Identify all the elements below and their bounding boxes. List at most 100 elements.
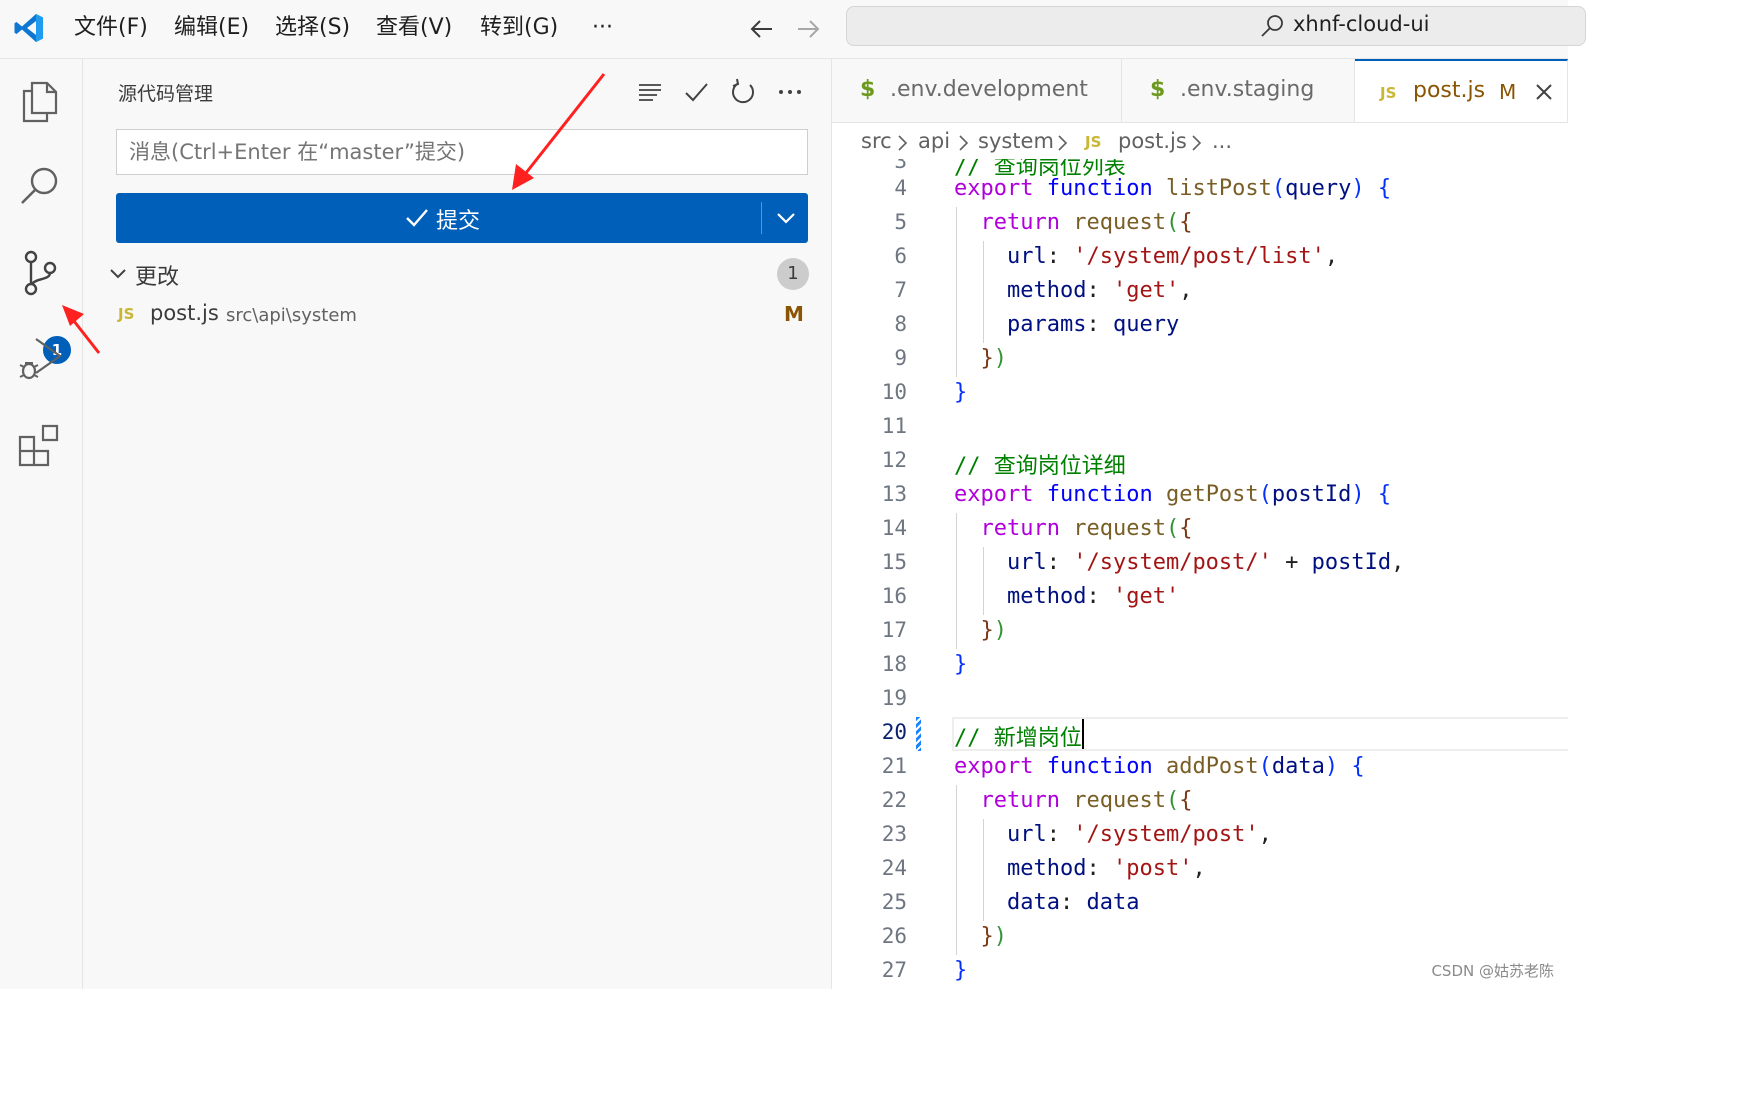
changes-group-header[interactable]: 更改 1 (107, 257, 813, 291)
line-number: 23 (881, 822, 907, 846)
line-text: method: 'get', (1006, 278, 1193, 303)
vscode-logo-icon[interactable] (12, 11, 46, 45)
line-number: 4 (894, 176, 907, 200)
indent-guide (982, 275, 984, 309)
line-number: 5 (894, 210, 907, 234)
code-line: 12 // 查询岗位详细 (832, 445, 1568, 479)
changes-label: 更改 (135, 265, 180, 290)
breadcrumb-symbol[interactable]: ... (1212, 129, 1232, 153)
tab-modified-indicator: M (1499, 80, 1517, 104)
indent-guide (956, 853, 957, 887)
code-line: 9 }) (832, 343, 1568, 377)
search-icon[interactable] (14, 159, 68, 213)
indent-guide (956, 785, 957, 819)
indent-guide (956, 547, 957, 581)
indent-guide (956, 819, 957, 853)
workspace-name: xhnf-cloud-ui (1293, 12, 1430, 36)
editor-area: $ .env.development $ .env.staging JS pos… (832, 59, 1568, 989)
menu-more[interactable]: ··· (592, 13, 613, 43)
chevron-down-icon[interactable] (774, 206, 798, 230)
line-number: 26 (881, 924, 907, 948)
line-number: 24 (881, 856, 907, 880)
breadcrumb-post-js[interactable]: post.js (1118, 129, 1187, 153)
text-cursor (1081, 719, 1084, 749)
line-text: }) (980, 346, 1008, 371)
line-number: 11 (881, 414, 907, 438)
more-actions-icon[interactable] (775, 77, 805, 107)
menu-edit[interactable]: 编辑(E) (174, 13, 249, 43)
code-line: 21 export function addPost(data) { (832, 751, 1568, 785)
line-number: 20 (881, 720, 907, 744)
line-text: url: '/system/post/' + postId, (1006, 550, 1405, 575)
breadcrumb-src[interactable]: src (861, 129, 892, 153)
indent-guide (956, 513, 957, 547)
commit-message-input[interactable] (116, 129, 808, 175)
code-line: 17 }) (832, 615, 1568, 649)
changes-count-badge: 1 (777, 258, 809, 290)
code-line: 19 (832, 683, 1568, 717)
code-line: 26 }) (832, 921, 1568, 955)
code-line: 4 export function listPost(query) { (832, 173, 1568, 207)
search-icon (1261, 15, 1283, 37)
indent-guide (982, 887, 984, 921)
title-bar: 文件(F) 编辑(E) 选择(S) 查看(V) 转到(G) ··· xhnf-c… (0, 0, 1586, 59)
code-line: 7 method: 'get', (832, 275, 1568, 309)
view-as-tree-icon[interactable] (635, 77, 665, 107)
menu-selection[interactable]: 选择(S) (275, 13, 350, 43)
tab-env-development[interactable]: $ .env.development (832, 59, 1122, 122)
chevron-right-icon (898, 135, 908, 151)
source-control-icon[interactable] (14, 246, 68, 300)
commit-button[interactable]: 提交 (116, 193, 808, 243)
line-number: 21 (881, 754, 907, 778)
code-line: 11 (832, 411, 1568, 445)
extensions-icon[interactable] (14, 417, 68, 471)
arrow-right-icon[interactable] (794, 15, 822, 43)
line-text: } (954, 652, 968, 677)
code-line: 18} (832, 649, 1568, 683)
indent-guide (956, 887, 957, 921)
line-number: 8 (894, 312, 907, 336)
explorer-icon[interactable] (14, 73, 68, 127)
indent-guide (956, 309, 957, 343)
line-text: export function addPost(data) { (954, 754, 1365, 779)
code-line: 6 url: '/system/post/list', (832, 241, 1568, 275)
breadcrumb-system[interactable]: system (978, 129, 1054, 153)
menu-file[interactable]: 文件(F) (74, 13, 148, 43)
line-number: 10 (881, 380, 907, 404)
menu-go[interactable]: 转到(G) (480, 13, 558, 43)
code-line: 8 params: query (832, 309, 1568, 343)
line-number: 16 (881, 584, 907, 608)
indent-guide (982, 819, 984, 853)
indent-guide (982, 241, 984, 275)
changed-file-item[interactable]: JS post.js src\api\system M (113, 299, 813, 333)
javascript-file-icon: JS (1380, 84, 1397, 102)
line-number: 25 (881, 890, 907, 914)
chevron-down-icon[interactable] (107, 263, 129, 285)
line-number: 12 (881, 448, 907, 472)
run-debug-icon[interactable] (14, 331, 68, 385)
line-text: export function listPost(query) { (954, 176, 1392, 201)
close-icon[interactable] (1533, 81, 1555, 103)
breadcrumb-api[interactable]: api (918, 129, 950, 153)
code-line: 22 return request({ (832, 785, 1568, 819)
indent-guide (956, 615, 957, 649)
line-text: // 新增岗位 (954, 726, 1082, 751)
tab-env-staging[interactable]: $ .env.staging (1122, 59, 1355, 122)
commit-check-icon[interactable] (681, 77, 711, 107)
line-text: params: query (1006, 312, 1180, 337)
line-text: return request({ (980, 788, 1193, 813)
arrow-left-icon[interactable] (748, 15, 776, 43)
line-text: // 查询岗位详细 (954, 454, 1126, 479)
command-center-search[interactable]: xhnf-cloud-ui (846, 6, 1586, 46)
tab-post-js[interactable]: JS post.js M (1355, 59, 1568, 122)
menu-view[interactable]: 查看(V) (376, 13, 452, 43)
file-name: post.js (150, 301, 219, 325)
watermark: CSDN @姑苏老陈 (1431, 962, 1554, 980)
line-number: 22 (881, 788, 907, 812)
code-editor[interactable]: 3// 查询岗位列表 4 export function listPost(quer… (832, 159, 1568, 989)
indent-guide (956, 207, 957, 241)
indent-guide (982, 581, 984, 615)
refresh-icon[interactable] (728, 77, 758, 107)
indent-guide (956, 275, 957, 309)
editor-tabs: $ .env.development $ .env.staging JS pos… (832, 59, 1568, 123)
